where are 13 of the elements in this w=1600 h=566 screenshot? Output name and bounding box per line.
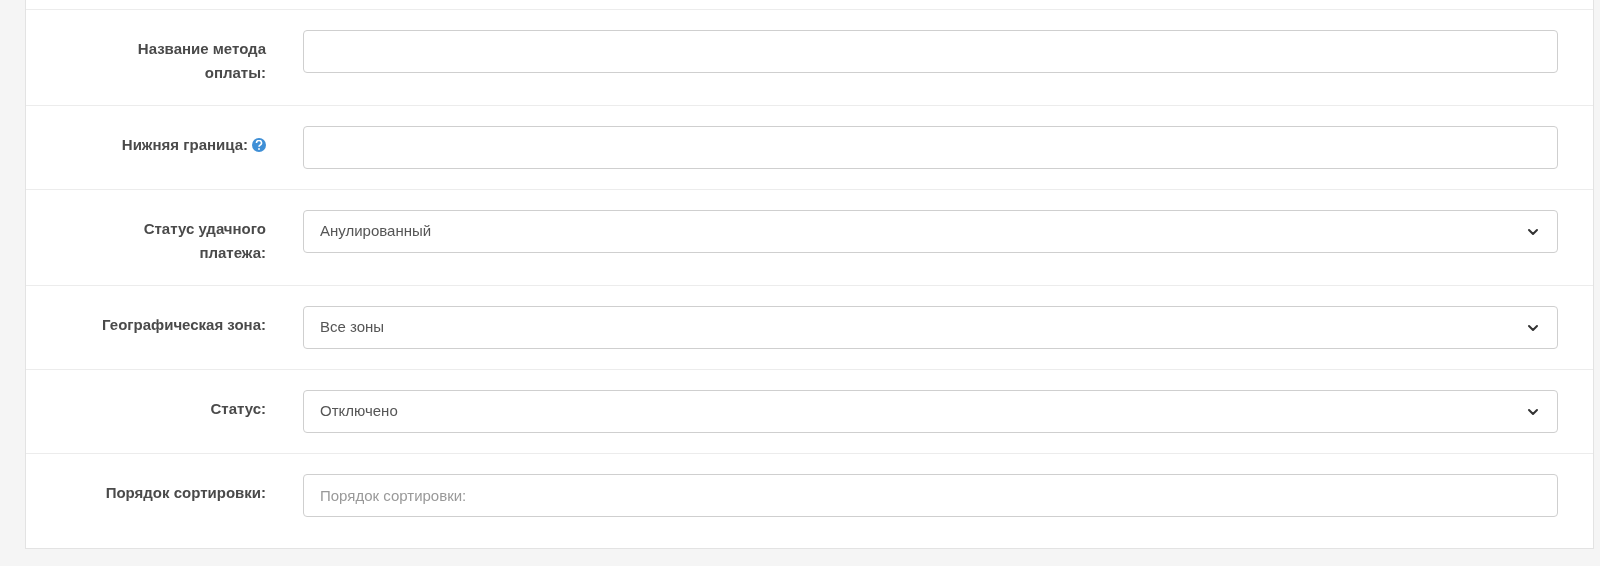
field-label: Название метода оплаты: <box>136 39 266 83</box>
input-field[interactable]: Порядок сортировки: <box>303 474 1558 517</box>
field-label: Географическая зона: <box>102 315 266 335</box>
field-label: Порядок сортировки: <box>105 483 266 503</box>
help-icon[interactable] <box>252 138 266 152</box>
field-label: Статус удачного платежа: <box>142 219 266 263</box>
input-field[interactable] <box>303 30 1558 73</box>
dropdown[interactable]: Отключено <box>303 390 1558 433</box>
dropdown[interactable]: Все зоны <box>303 306 1558 349</box>
dropdown[interactable]: Анулированный <box>303 210 1558 253</box>
input-field[interactable] <box>303 126 1558 169</box>
field-label: Статус: <box>210 399 266 419</box>
field-label: Нижняя граница: <box>121 135 248 155</box>
